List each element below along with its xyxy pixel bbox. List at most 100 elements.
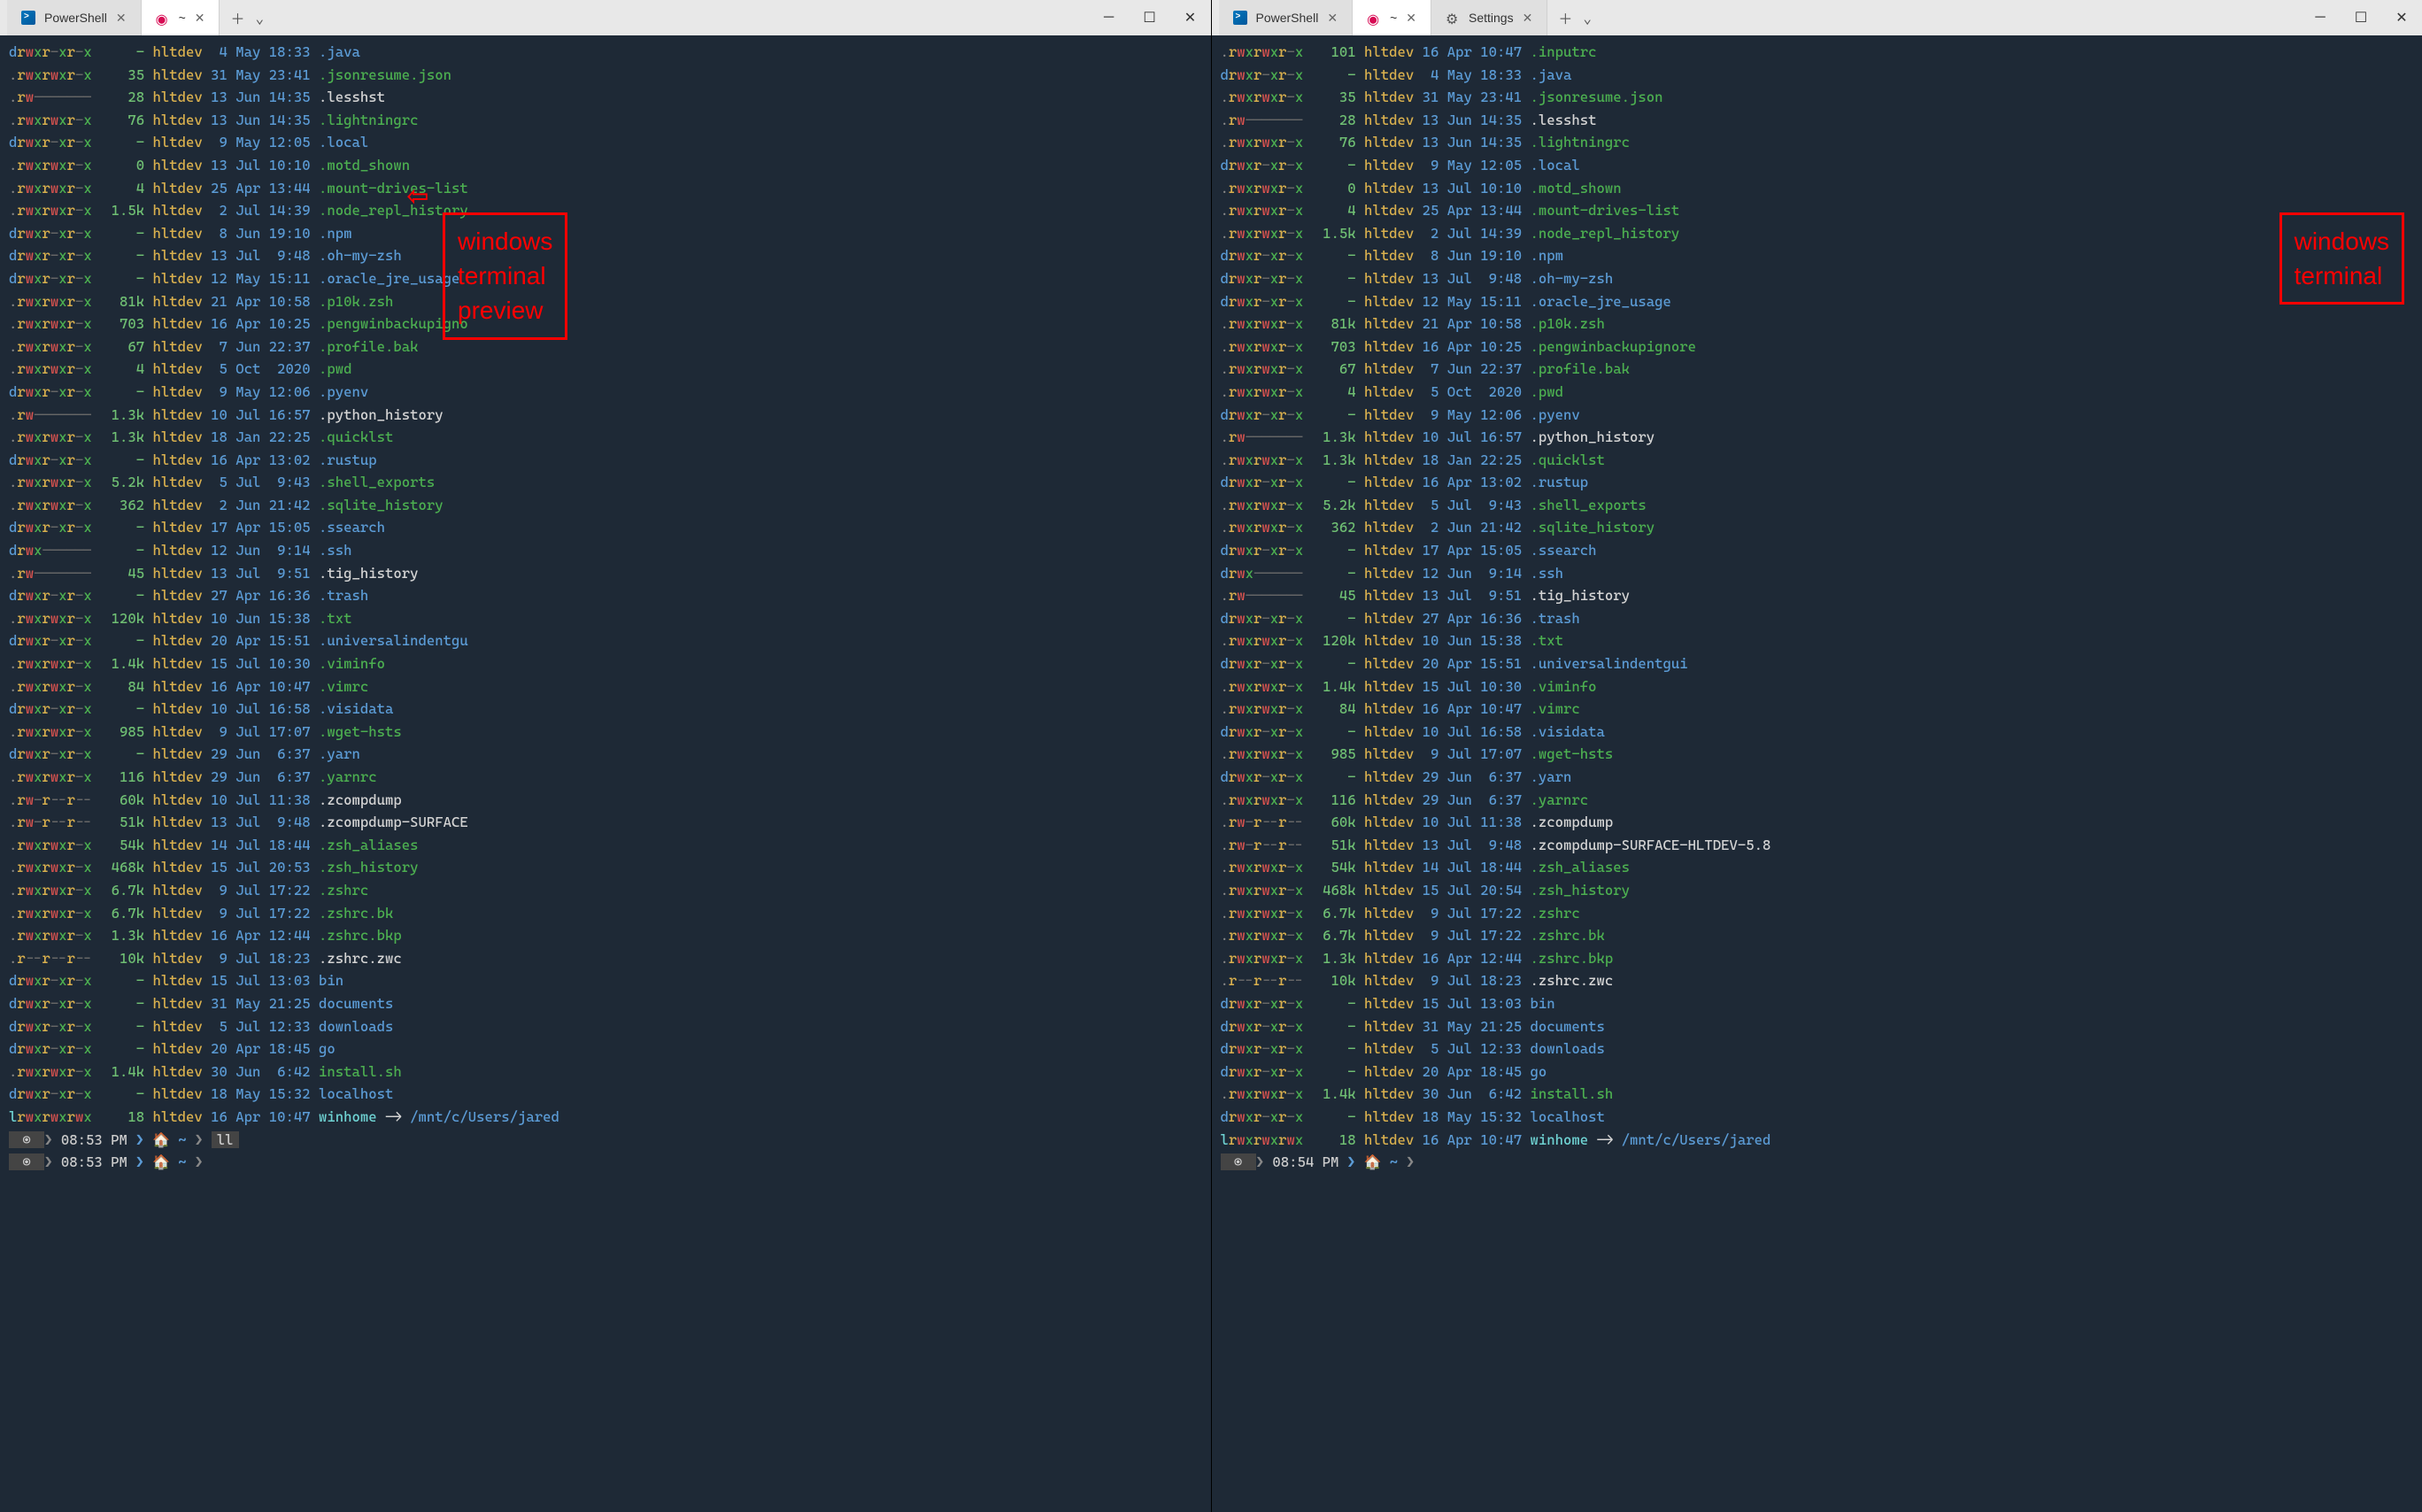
file-row: .rwxrwxr-x 1.3k hltdev 16 Apr 12:44 .zsh… — [9, 924, 1202, 947]
file-row: drwxr-xr-x - hltdev 16 Apr 13:02 .rustup — [9, 449, 1202, 472]
file-row: .rwxrwxr-x 6.7k hltdev 9 Jul 17:22 .zshr… — [1221, 902, 2414, 925]
maximize-button[interactable]: ☐ — [2341, 0, 2381, 35]
file-row: .rw-r--r-- 51k hltdev 13 Jul 9:48 .zcomp… — [9, 811, 1202, 834]
minimize-button[interactable]: ─ — [1089, 0, 1130, 35]
file-row: drwxr-xr-x - hltdev 15 Jul 13:03 bin — [1221, 992, 2414, 1015]
home-icon: 🏠 — [152, 1153, 170, 1170]
file-row: .rw------- 45 hltdev 13 Jul 9:51 .tig_hi… — [9, 562, 1202, 585]
file-row: .rwxrwxr-x 0 hltdev 13 Jul 10:10 .motd_s… — [1221, 177, 2414, 200]
terminal-left[interactable]: drwxr-xr-x - hltdev 4 May 18:33 .java.rw… — [0, 35, 1211, 1512]
tab-powershell[interactable]: PowerShell ✕ — [7, 0, 142, 35]
home-icon: 🏠 — [152, 1131, 170, 1148]
window-controls: ─ ☐ ✕ — [2300, 0, 2422, 35]
titlebar-right: PowerShell✕◉~✕⚙Settings✕ ＋ ⌄ ─ ☐ ✕ — [1212, 0, 2422, 35]
file-row: .rwxrwxr-x 67 hltdev 7 Jun 22:37 .profil… — [1221, 358, 2414, 381]
file-row: drwxr-xr-x - hltdev 20 Apr 18:45 go — [1221, 1061, 2414, 1084]
tab-close-button[interactable]: ✕ — [1523, 11, 1533, 26]
close-button[interactable]: ✕ — [1170, 0, 1211, 35]
file-row: drwxr-xr-x - hltdev 13 Jul 9:48 .oh-my-z… — [1221, 267, 2414, 290]
tabs-left: PowerShell✕◉~✕ — [7, 0, 220, 35]
tab-actions: ＋ ⌄ — [1547, 7, 1602, 28]
file-row: drwxr-xr-x - hltdev 12 May 15:11 .oracle… — [1221, 290, 2414, 313]
prompt-line[interactable]: ◉ ❯ 08:54 PM ❯ 🏠 ~ ❯ — [1221, 1151, 2414, 1174]
new-tab-button[interactable]: ＋ — [230, 7, 244, 28]
file-row: .rwxrwxr-x 116 hltdev 29 Jun 6:37 .yarnr… — [9, 766, 1202, 789]
tab-settings[interactable]: ⚙Settings✕ — [1431, 0, 1547, 35]
file-row: drwxr-xr-x - hltdev 27 Apr 16:36 .trash — [1221, 607, 2414, 630]
file-row: .rwxrwxr-x 985 hltdev 9 Jul 17:07 .wget-… — [1221, 743, 2414, 766]
file-row: drwxr-xr-x - hltdev 17 Apr 15:05 .ssearc… — [1221, 539, 2414, 562]
file-row: .rw-r--r-- 60k hltdev 10 Jul 11:38 .zcom… — [1221, 811, 2414, 834]
close-button[interactable]: ✕ — [2381, 0, 2422, 35]
file-row: .rw------- 45 hltdev 13 Jul 9:51 .tig_hi… — [1221, 584, 2414, 607]
powershell-icon — [1233, 11, 1247, 25]
tab-close-button[interactable]: ✕ — [1406, 11, 1416, 26]
file-row: .rwxrwxr-x 1.4k hltdev 30 Jun 6:42 insta… — [1221, 1083, 2414, 1106]
right-pane: PowerShell✕◉~✕⚙Settings✕ ＋ ⌄ ─ ☐ ✕ .rwxr… — [1212, 0, 2422, 1512]
tab-close-button[interactable]: ✕ — [116, 11, 127, 26]
file-row: .rwxrwxr-x 101 hltdev 16 Apr 10:47 .inpu… — [1221, 41, 2414, 64]
file-row: .rwxrwxr-x 35 hltdev 31 May 23:41 .jsonr… — [1221, 86, 2414, 109]
debian-prompt-icon: ◉ — [1221, 1153, 1256, 1170]
file-row: .rwxrwxr-x 6.7k hltdev 9 Jul 17:22 .zshr… — [1221, 924, 2414, 947]
tab-label: Settings — [1469, 11, 1514, 25]
file-row: drwx------ - hltdev 12 Jun 9:14 .ssh — [9, 539, 1202, 562]
file-row: .rwxrwxr-x 4 hltdev 25 Apr 13:44 .mount-… — [1221, 199, 2414, 222]
file-row: drwxr-xr-x - hltdev 29 Jun 6:37 .yarn — [9, 743, 1202, 766]
annotation-left: windows terminal preview — [443, 212, 567, 340]
file-row: drwxr-xr-x - hltdev 4 May 18:33 .java — [1221, 64, 2414, 87]
file-row: .rw-r--r-- 51k hltdev 13 Jul 9:48 .zcomp… — [1221, 834, 2414, 857]
file-row: .rwxrwxr-x 1.3k hltdev 18 Jan 22:25 .qui… — [9, 426, 1202, 449]
file-row: .rwxrwxr-x 0 hltdev 13 Jul 10:10 .motd_s… — [9, 154, 1202, 177]
file-row: .rwxrwxr-x 81k hltdev 21 Apr 10:58 .p10k… — [9, 290, 1202, 313]
left-pane: PowerShell✕◉~✕ ＋ ⌄ ─ ☐ ✕ drwxr-xr-x - hl… — [0, 0, 1212, 1512]
tab-close-button[interactable]: ✕ — [195, 11, 205, 26]
tab-close-button[interactable]: ✕ — [1327, 11, 1338, 26]
file-row: .rwxrwxr-x 67 hltdev 7 Jun 22:37 .profil… — [9, 336, 1202, 359]
file-row: .rw------- 28 hltdev 13 Jun 14:35 .lessh… — [9, 86, 1202, 109]
file-row: .rwxrwxr-x 84 hltdev 16 Apr 10:47 .vimrc — [9, 675, 1202, 698]
file-row: .rw-r--r-- 60k hltdev 10 Jul 11:38 .zcom… — [9, 789, 1202, 812]
file-row: .rwxrwxr-x 1.3k hltdev 16 Apr 12:44 .zsh… — [1221, 947, 2414, 970]
file-row: .rwxrwxr-x 76 hltdev 13 Jun 14:35 .light… — [1221, 131, 2414, 154]
annotation-arrow-icon: ⇦ — [407, 166, 428, 223]
file-row: drwxr-xr-x - hltdev 29 Jun 6:37 .yarn — [1221, 766, 2414, 789]
tab-label: ~ — [1390, 11, 1397, 25]
file-row: .rwxrwxr-x 120k hltdev 10 Jun 15:38 .txt — [1221, 629, 2414, 652]
file-row: .rwxrwxr-x 6.7k hltdev 9 Jul 17:22 .zshr… — [9, 879, 1202, 902]
file-row: drwxr-xr-x - hltdev 5 Jul 12:33 download… — [1221, 1038, 2414, 1061]
tabs-right: PowerShell✕◉~✕⚙Settings✕ — [1219, 0, 1548, 35]
tab-[interactable]: ◉~✕ — [1353, 0, 1431, 35]
file-row: .r--r--r-- 10k hltdev 9 Jul 18:23 .zshrc… — [9, 947, 1202, 970]
file-row: .rw------- 28 hltdev 13 Jun 14:35 .lessh… — [1221, 109, 2414, 132]
file-row: drwxr-xr-x - hltdev 4 May 18:33 .java — [9, 41, 1202, 64]
file-row: drwxr-xr-x - hltdev 8 Jun 19:10 .npm — [9, 222, 1202, 245]
maximize-button[interactable]: ☐ — [1130, 0, 1170, 35]
prompt-line[interactable]: ◉ ❯ 08:53 PM ❯ 🏠 ~ ❯ — [9, 1151, 1202, 1174]
minimize-button[interactable]: ─ — [2300, 0, 2341, 35]
file-row: drwxr-xr-x - hltdev 18 May 15:32 localho… — [1221, 1106, 2414, 1129]
file-row: drwxr-xr-x - hltdev 27 Apr 16:36 .trash — [9, 584, 1202, 607]
file-row: drwxr-xr-x - hltdev 9 May 12:05 .local — [1221, 154, 2414, 177]
tab-dropdown-button[interactable]: ⌄ — [256, 10, 265, 27]
tab-dropdown-button[interactable]: ⌄ — [1583, 10, 1592, 27]
file-row: drwxr-xr-x - hltdev 15 Jul 13:03 bin — [9, 969, 1202, 992]
file-row: .rwxrwxr-x 1.4k hltdev 15 Jul 10:30 .vim… — [9, 652, 1202, 675]
tab-[interactable]: ◉~✕ — [142, 0, 220, 35]
file-row: .rw------- 1.3k hltdev 10 Jul 16:57 .pyt… — [1221, 426, 2414, 449]
file-row: .rwxrwxr-x 1.5k hltdev 2 Jul 14:39 .node… — [9, 199, 1202, 222]
file-row: .rw------- 1.3k hltdev 10 Jul 16:57 .pyt… — [9, 404, 1202, 427]
terminal-right[interactable]: .rwxrwxr-x 101 hltdev 16 Apr 10:47 .inpu… — [1212, 35, 2422, 1512]
file-row: .rwxrwxr-x 35 hltdev 31 May 23:41 .jsonr… — [9, 64, 1202, 87]
tab-powershell[interactable]: PowerShell✕ — [1219, 0, 1354, 35]
prompt-line[interactable]: ◉ ❯ 08:53 PM ❯ 🏠 ~ ❯ ll — [9, 1129, 1202, 1152]
titlebar-left: PowerShell✕◉~✕ ＋ ⌄ ─ ☐ ✕ — [0, 0, 1211, 35]
file-row: .rwxrwxr-x 4 hltdev 25 Apr 13:44 .mount-… — [9, 177, 1202, 200]
file-row: drwxr-xr-x - hltdev 20 Apr 15:51 .univer… — [9, 629, 1202, 652]
file-row: .rwxrwxr-x 362 hltdev 2 Jun 21:42 .sqlit… — [1221, 516, 2414, 539]
file-row: drwxr-xr-x - hltdev 12 May 15:11 .oracle… — [9, 267, 1202, 290]
tab-label: ~ — [179, 11, 186, 25]
file-row: .rwxrwxr-x 1.5k hltdev 2 Jul 14:39 .node… — [1221, 222, 2414, 245]
new-tab-button[interactable]: ＋ — [1558, 7, 1572, 28]
tab-label: PowerShell — [44, 11, 107, 25]
